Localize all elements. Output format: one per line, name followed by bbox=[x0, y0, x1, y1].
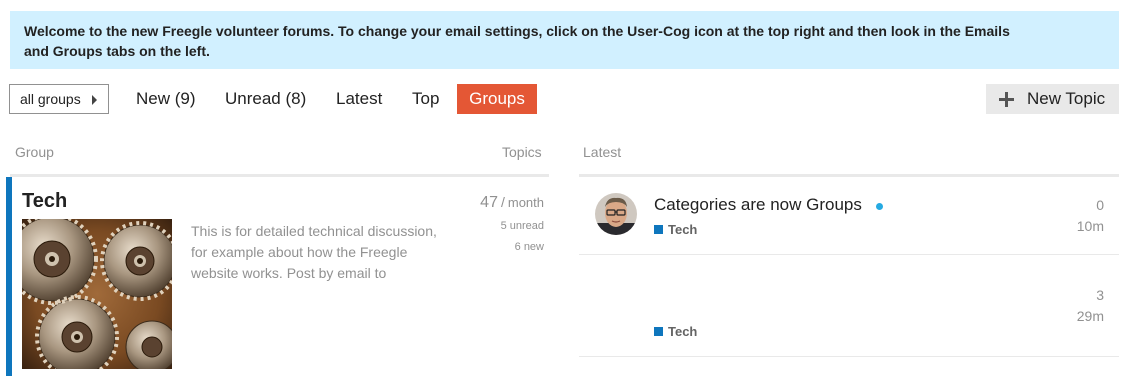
group-description-line: website works. Post by email to bbox=[191, 265, 387, 281]
gears-image bbox=[22, 219, 172, 369]
category-badge[interactable]: Tech bbox=[654, 324, 697, 340]
activity-age[interactable]: 29m bbox=[1077, 308, 1104, 324]
banner-line-2: and Groups tabs on the left. bbox=[24, 43, 210, 59]
group-new-count[interactable]: 6 new bbox=[515, 241, 544, 254]
topics-per-month: 47/month bbox=[480, 193, 544, 212]
group-unread-count[interactable]: 5 unread bbox=[501, 220, 544, 233]
user-avatar-partial[interactable] bbox=[605, 371, 625, 376]
caret-right-icon bbox=[92, 95, 97, 105]
group-description-line: for example about how the Freegle bbox=[191, 244, 408, 260]
category-square-icon bbox=[654, 327, 663, 336]
user-avatar[interactable] bbox=[595, 193, 637, 235]
forum-page: Welcome to the new Freegle volunteer for… bbox=[0, 0, 1129, 376]
nav-groups[interactable]: Groups bbox=[457, 84, 537, 114]
plus-icon bbox=[999, 92, 1014, 107]
header-divider-left bbox=[10, 174, 549, 177]
reply-count[interactable]: 3 bbox=[1096, 287, 1104, 303]
header-divider-right bbox=[579, 174, 1119, 177]
column-header-group[interactable]: Group bbox=[15, 143, 54, 161]
unread-indicator-icon bbox=[876, 203, 883, 210]
category-badge-label: Tech bbox=[668, 324, 698, 339]
activity-age[interactable]: 10m bbox=[1077, 218, 1104, 234]
row-divider bbox=[579, 254, 1119, 255]
banner-line-1: Welcome to the new Freegle volunteer for… bbox=[24, 23, 1010, 39]
group-description: This is for detailed technical discussio… bbox=[191, 221, 461, 284]
topics-count-slash: / bbox=[500, 194, 505, 210]
category-badge-label: Tech bbox=[668, 222, 698, 237]
gears-illustration bbox=[22, 219, 172, 369]
new-topic-label: New Topic bbox=[1027, 89, 1106, 108]
category-square-icon bbox=[654, 225, 663, 234]
user-avatar-image bbox=[595, 193, 637, 235]
nav-new[interactable]: New (9) bbox=[124, 84, 208, 114]
reply-count[interactable]: 0 bbox=[1096, 197, 1104, 213]
nav-unread[interactable]: Unread (8) bbox=[213, 84, 318, 114]
category-dropdown-label: all groups bbox=[20, 91, 81, 107]
category-badge[interactable]: Tech bbox=[654, 222, 697, 238]
topic-title-link[interactable]: Categories are now Groups bbox=[654, 195, 862, 215]
topics-count-period: month bbox=[507, 195, 544, 210]
group-color-bar bbox=[6, 177, 12, 376]
welcome-banner: Welcome to the new Freegle volunteer for… bbox=[10, 11, 1119, 69]
user-avatar-partial[interactable] bbox=[599, 321, 627, 327]
group-description-line: This is for detailed technical discussio… bbox=[191, 223, 437, 239]
group-name-link[interactable]: Tech bbox=[22, 190, 67, 212]
new-topic-button[interactable]: New Topic bbox=[986, 84, 1119, 114]
column-header-latest[interactable]: Latest bbox=[583, 143, 621, 161]
column-header-topics[interactable]: Topics bbox=[502, 143, 542, 161]
row-divider bbox=[579, 356, 1119, 357]
nav-latest[interactable]: Latest bbox=[324, 84, 394, 114]
nav-top[interactable]: Top bbox=[400, 84, 451, 114]
topics-count-value: 47 bbox=[480, 194, 498, 211]
category-dropdown[interactable]: all groups bbox=[9, 84, 109, 114]
